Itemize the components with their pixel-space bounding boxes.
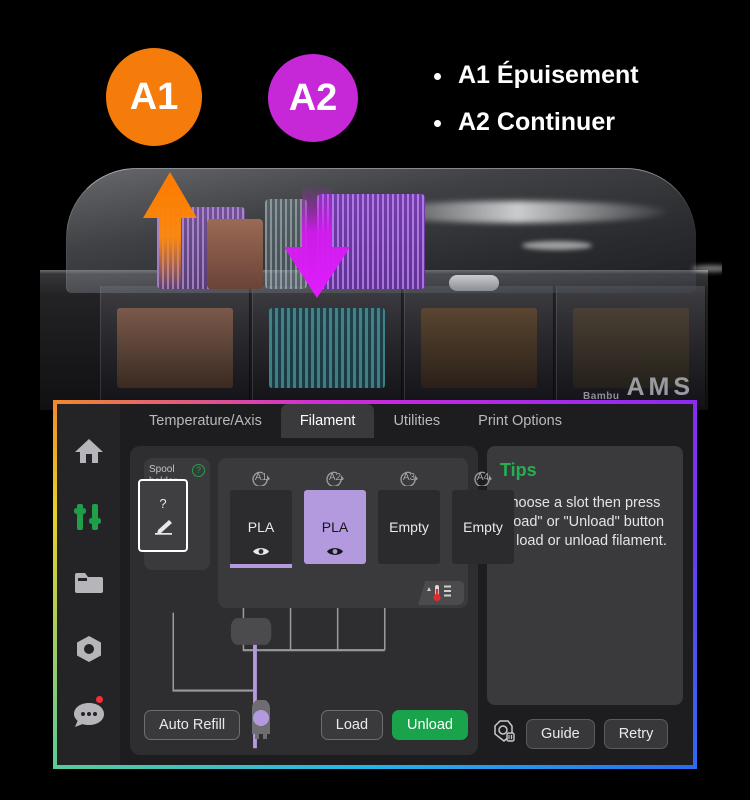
slot-material-a4: Empty bbox=[463, 519, 503, 535]
ams-bay-2 bbox=[252, 286, 402, 406]
tips-text: Choose a slot then press "Load" or "Unlo… bbox=[500, 495, 667, 549]
spool-holder-value: ? bbox=[159, 496, 167, 511]
up-arrow-a1 bbox=[140, 170, 200, 290]
tab-utilities[interactable]: Utilities bbox=[374, 404, 459, 438]
pencil-icon bbox=[155, 520, 172, 535]
eye-icon bbox=[327, 548, 343, 555]
callout-badge-a2: A2 bbox=[268, 54, 358, 142]
slot-badge-a3: A3 bbox=[378, 468, 440, 487]
slot-a1-color-bar bbox=[230, 564, 292, 568]
sidebar bbox=[57, 404, 120, 765]
slot-badge-a1: A1 bbox=[230, 468, 292, 487]
ams-spool-1 bbox=[117, 308, 233, 388]
ams-spool-3 bbox=[421, 308, 537, 388]
sidebar-item-home[interactable] bbox=[57, 418, 120, 484]
ams-device-photo: Bambu AMS bbox=[28, 168, 722, 410]
slot-chip-a2[interactable]: PLA bbox=[304, 490, 366, 564]
screenshot-root: Bambu AMS A1 A2 A1 Épuisement A2 Continu… bbox=[0, 0, 750, 800]
sidebar-item-control[interactable] bbox=[57, 484, 120, 550]
nozzle-icon[interactable] bbox=[491, 719, 517, 749]
ams-bay-3 bbox=[404, 286, 554, 406]
ams-visible-spool-brown bbox=[207, 219, 263, 289]
filament-card: Spool holder ? ? bbox=[130, 446, 514, 755]
sidebar-item-calibration[interactable] bbox=[57, 616, 120, 682]
sidebar-item-files[interactable] bbox=[57, 550, 120, 616]
tips-title: Tips bbox=[500, 460, 537, 480]
slot-badge-a2-label: A2 bbox=[328, 472, 342, 483]
filament-actions: Auto Refill Load Unload bbox=[144, 705, 468, 745]
tips-card: Tips Choose a slot then press "Load" or … bbox=[487, 446, 683, 705]
home-icon bbox=[74, 439, 103, 463]
chat-icon bbox=[73, 703, 104, 727]
callout-badge-a2-label: A2 bbox=[288, 76, 338, 119]
slot-badge-a3-label: A3 bbox=[402, 472, 416, 483]
ams-bay-1 bbox=[100, 286, 250, 406]
callout-badge-a1: A1 bbox=[106, 48, 202, 146]
callout-bullet-list: A1 Épuisement A2 Continuer bbox=[424, 52, 639, 146]
callout-badge-a1-label: A1 bbox=[129, 75, 179, 118]
messages-unread-dot bbox=[96, 696, 103, 703]
load-button[interactable]: Load bbox=[320, 710, 384, 740]
slot-badge-a1-label: A1 bbox=[254, 472, 268, 483]
tab-filament[interactable]: Filament bbox=[280, 404, 375, 438]
slot-material-a2: PLA bbox=[321, 519, 349, 535]
ams-spool-2 bbox=[269, 308, 385, 388]
filament-slot-a2[interactable]: A2 PLA bbox=[304, 468, 366, 564]
ams-logo-model: AMS bbox=[626, 373, 694, 401]
humidity-thermometer-icon[interactable] bbox=[418, 581, 464, 605]
right-actions: Guide Retry bbox=[487, 713, 683, 755]
body-area: Spool holder ? ? bbox=[120, 438, 693, 765]
printer-ui-panel: Temperature/Axis Filament Utilities Prin… bbox=[53, 400, 697, 769]
ams-knob bbox=[449, 275, 499, 291]
sidebar-item-messages[interactable] bbox=[57, 682, 120, 748]
slot-badge-a4: A4 bbox=[452, 468, 514, 487]
eye-icon bbox=[253, 548, 269, 555]
filament-slot-a3[interactable]: A3 Empty bbox=[378, 468, 440, 564]
filament-slot-a1[interactable]: A1 PLA bbox=[230, 468, 292, 568]
filament-slot-a4[interactable]: A4 Empty bbox=[452, 468, 514, 564]
ams-lid-highlight-2 bbox=[522, 241, 592, 250]
guide-button[interactable]: Guide bbox=[526, 719, 595, 749]
sliders-icon bbox=[73, 504, 101, 530]
panel-content: Temperature/Axis Filament Utilities Prin… bbox=[120, 404, 693, 765]
slot-chip-a1[interactable]: PLA bbox=[230, 490, 292, 568]
slot-chip-a4[interactable]: Empty bbox=[452, 490, 514, 564]
question-mark-icon[interactable]: ? bbox=[192, 464, 205, 477]
right-column: Tips Choose a slot then press "Load" or … bbox=[487, 446, 683, 755]
filament-slots-container: A1 PLA A2 PLA A3 Empty A4 Empty bbox=[218, 458, 514, 608]
ams-logo: Bambu AMS bbox=[583, 373, 694, 402]
auto-refill-button[interactable]: Auto Refill bbox=[144, 710, 241, 740]
tab-bar: Temperature/Axis Filament Utilities Prin… bbox=[120, 404, 693, 438]
slot-material-a1: PLA bbox=[247, 519, 275, 535]
ui-inner: Temperature/Axis Filament Utilities Prin… bbox=[57, 404, 693, 765]
callout-bullet-item: A1 Épuisement bbox=[424, 52, 639, 99]
slot-chip-a3[interactable]: Empty bbox=[378, 490, 440, 564]
folder-icon bbox=[74, 573, 103, 593]
unload-button[interactable]: Unload bbox=[392, 710, 468, 740]
retry-button[interactable]: Retry bbox=[603, 719, 669, 749]
tab-temperature-axis[interactable]: Temperature/Axis bbox=[130, 404, 281, 438]
spool-holder-label-line1: Spool bbox=[149, 464, 175, 475]
slot-badge-a4-label: A4 bbox=[476, 472, 490, 483]
nut-icon bbox=[76, 636, 101, 662]
slot-material-a3: Empty bbox=[389, 519, 429, 535]
down-arrow-a2 bbox=[280, 185, 354, 300]
slot-badge-a2: A2 bbox=[304, 468, 366, 487]
tab-print-options[interactable]: Print Options bbox=[459, 404, 581, 438]
callout-bullet-item: A2 Continuer bbox=[424, 99, 639, 146]
spool-holder-slot[interactable]: ? bbox=[138, 479, 188, 552]
